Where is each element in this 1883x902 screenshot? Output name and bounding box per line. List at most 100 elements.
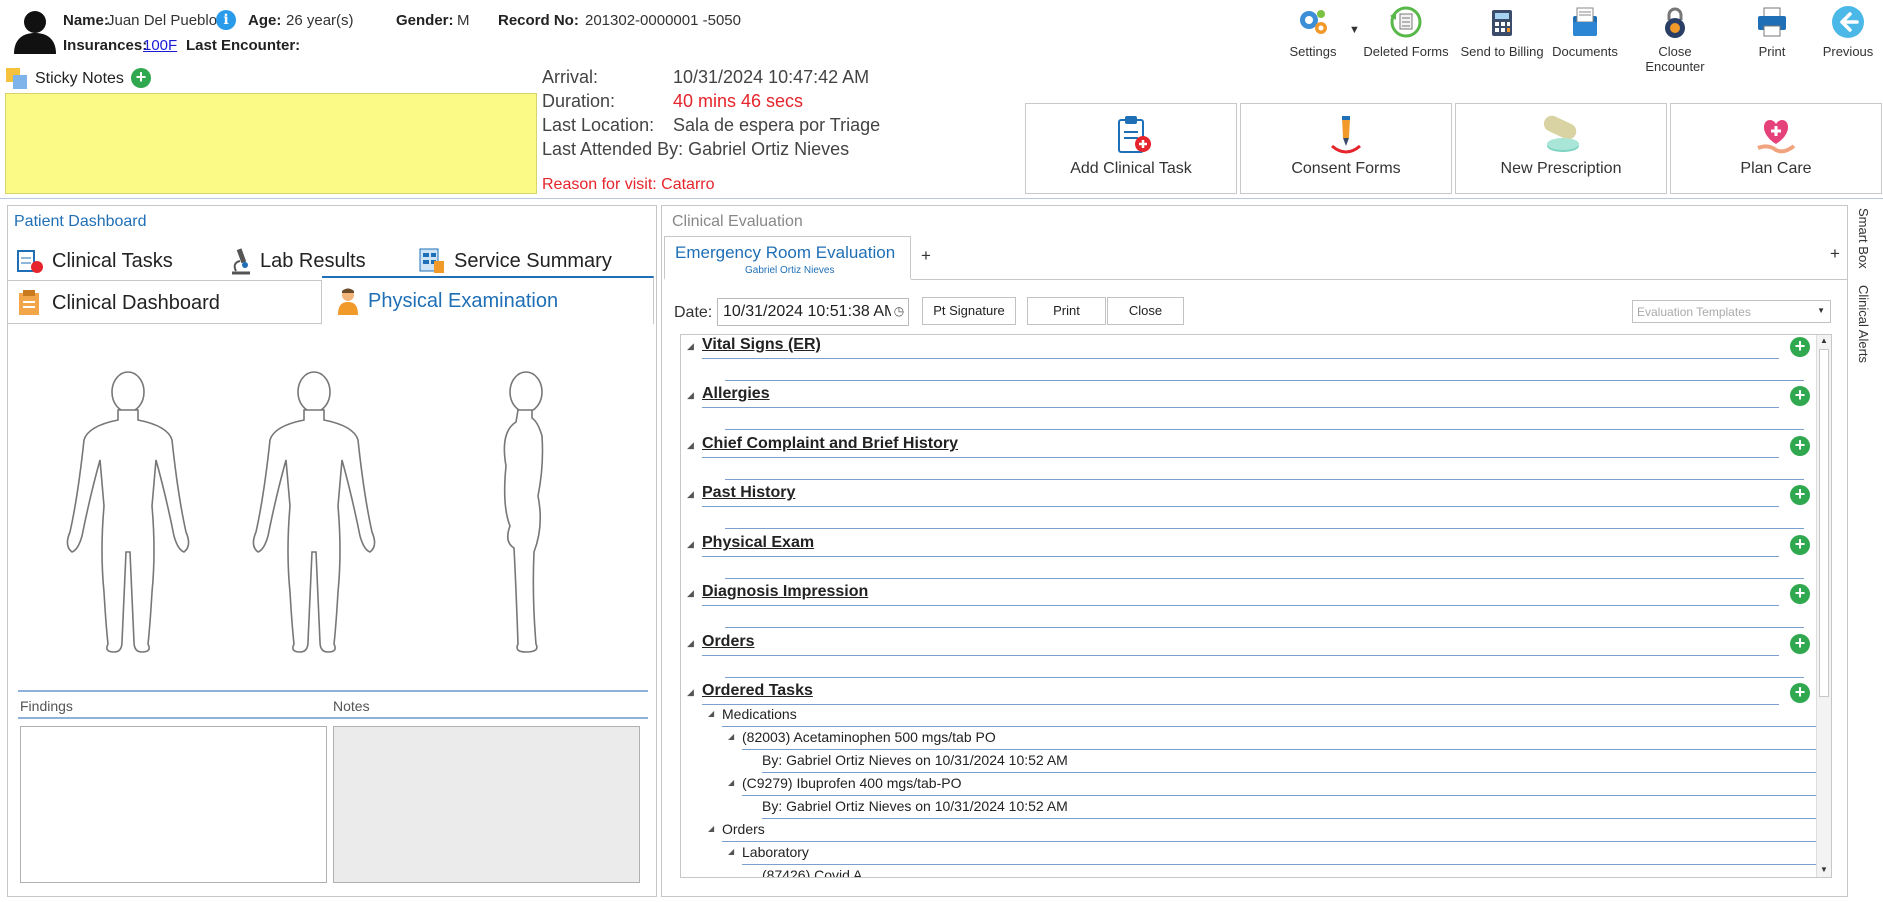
add-clinical-task-button[interactable]: Add Clinical Task (1025, 103, 1237, 194)
section-divider (702, 704, 1779, 705)
printer-icon (1758, 7, 1786, 37)
tree-orders[interactable]: Orders (722, 821, 765, 837)
side-tab-smart-box[interactable]: Smart Box (1852, 206, 1878, 278)
collapse-icon[interactable]: ◢ (728, 847, 734, 856)
notes-box[interactable] (333, 726, 640, 883)
add-evaluation-tab-button[interactable]: + (921, 246, 931, 266)
plan-care-button[interactable]: Plan Care (1670, 103, 1882, 194)
collapse-icon[interactable]: ◢ (687, 390, 694, 401)
section-past-history-title[interactable]: Past History (702, 484, 795, 502)
evaluation-print-button[interactable]: Print (1027, 297, 1106, 325)
patient-dashboard-title: Patient Dashboard (14, 213, 147, 230)
settings-dropdown-icon[interactable]: ▼ (1349, 24, 1360, 36)
new-prescription-button[interactable]: New Prescription (1455, 103, 1667, 194)
tab-physical-examination-label: Physical Examination (368, 290, 559, 312)
chevron-down-icon: ▼ (1817, 306, 1825, 315)
add-evaluation-button[interactable]: + (1830, 244, 1840, 264)
collapse-icon[interactable]: ◢ (708, 824, 714, 833)
add-clinical-task-label: Add Clinical Task (1070, 160, 1192, 177)
tree-lab-item[interactable]: (87426) Covid A... (762, 867, 874, 877)
date-field[interactable]: 10/31/2024 10:51:38 AM ◷ (717, 298, 909, 326)
name-label: Name: (63, 12, 109, 29)
vertical-scrollbar[interactable]: ▲ ▼ (1816, 335, 1831, 877)
clinical-task-icon (1118, 116, 1151, 153)
restore-icon (1390, 6, 1422, 38)
section-vital-signs-title[interactable]: Vital Signs (ER) (702, 336, 821, 354)
section-chief-complaint-title[interactable]: Chief Complaint and Brief History (702, 435, 958, 453)
collapse-icon[interactable]: ◢ (687, 687, 694, 698)
section-divider (725, 380, 1804, 381)
consent-forms-button[interactable]: Consent Forms (1240, 103, 1452, 194)
collapse-icon[interactable]: ◢ (687, 341, 694, 352)
section-diagnosis-impression-title[interactable]: Diagnosis Impression (702, 583, 868, 601)
section-divider (702, 556, 1779, 557)
front-body-figure[interactable] (66, 371, 190, 653)
add-diagnosis-button[interactable]: + (1790, 584, 1810, 604)
add-allergies-button[interactable]: + (1790, 386, 1810, 406)
section-physical-exam-title[interactable]: Physical Exam (702, 534, 814, 552)
collapse-icon[interactable]: ◢ (687, 440, 694, 451)
avatar (14, 11, 56, 54)
add-ordered-task-button[interactable]: + (1790, 683, 1810, 703)
tree-divider (742, 864, 1816, 865)
evaluation-close-button[interactable]: Close (1107, 297, 1184, 325)
tree-divider (762, 818, 1816, 819)
section-allergies-title[interactable]: Allergies (702, 385, 770, 403)
info-icon[interactable]: i (216, 10, 236, 30)
tab-clinical-tasks-label: Clinical Tasks (52, 250, 173, 272)
plan-care-label: Plan Care (1740, 160, 1812, 177)
deleted-forms-label: Deleted Forms (1363, 44, 1449, 59)
collapse-icon[interactable]: ◢ (687, 489, 694, 500)
tree-med-acetaminophen[interactable]: (82003) Acetaminophen 500 mgs/tab PO (742, 729, 996, 745)
collapse-icon[interactable]: ◢ (728, 778, 734, 787)
print-button[interactable]: Print (1746, 4, 1798, 59)
sticky-notes-area[interactable] (5, 93, 537, 194)
last-encounter-label: Last Encounter: (186, 37, 301, 54)
insurance-link[interactable]: 100F (143, 37, 177, 54)
add-chief-complaint-button[interactable]: + (1790, 436, 1810, 456)
collapse-icon[interactable]: ◢ (708, 709, 714, 718)
tab-emergency-room-evaluation[interactable]: Emergency Room Evaluation Gabriel Ortiz … (664, 236, 911, 280)
close-encounter-button[interactable]: Close Encounter (1628, 4, 1722, 74)
tab-emergency-room-evaluation-label: Emergency Room Evaluation (675, 243, 896, 262)
scroll-up-icon[interactable]: ▲ (1820, 336, 1828, 345)
section-divider (702, 506, 1779, 507)
sticky-notes-icon (6, 68, 27, 89)
tree-medications[interactable]: Medications (722, 706, 797, 722)
add-vital-signs-button[interactable]: + (1790, 337, 1810, 357)
section-orders-title[interactable]: Orders (702, 633, 754, 651)
tree-med-ibuprofen[interactable]: (C9279) Ibuprofen 400 mgs/tab-PO (742, 775, 961, 791)
side-body-figure[interactable] (503, 371, 544, 653)
findings-box[interactable] (20, 726, 327, 883)
send-to-billing-button[interactable]: Send to Billing (1456, 4, 1548, 59)
section-divider (725, 578, 1804, 579)
findings-notes-divider (18, 690, 648, 692)
evaluation-templates-select[interactable]: Evaluation Templates ▼ (1632, 300, 1831, 323)
collapse-icon[interactable]: ◢ (687, 539, 694, 550)
tab-clinical-dashboard[interactable]: Clinical Dashboard (8, 280, 322, 324)
previous-button[interactable]: Previous (1818, 4, 1878, 59)
tree-laboratory[interactable]: Laboratory (742, 844, 809, 860)
section-ordered-tasks-title[interactable]: Ordered Tasks (702, 682, 813, 700)
scroll-down-icon[interactable]: ▼ (1820, 865, 1828, 874)
scrollbar-thumb[interactable] (1819, 349, 1829, 697)
collapse-icon[interactable]: ◢ (728, 732, 734, 741)
tab-physical-examination[interactable]: Physical Examination (322, 276, 654, 324)
collapse-icon[interactable]: ◢ (687, 588, 694, 599)
add-physical-exam-button[interactable]: + (1790, 535, 1810, 555)
deleted-forms-button[interactable]: Deleted Forms (1363, 4, 1449, 59)
calendar-icon[interactable]: ◷ (891, 302, 907, 320)
billing-icon (1492, 10, 1512, 36)
add-orders-button[interactable]: + (1790, 634, 1810, 654)
body-diagram[interactable] (48, 356, 608, 656)
back-body-figure[interactable] (252, 371, 376, 653)
add-past-history-button[interactable]: + (1790, 485, 1810, 505)
pt-signature-button[interactable]: Pt Signature (922, 297, 1016, 325)
add-sticky-note-button[interactable]: + (131, 68, 151, 88)
settings-button[interactable]: Settings (1284, 4, 1342, 59)
duration-value: 40 mins 46 secs (673, 91, 804, 111)
notes-label: Notes (333, 698, 370, 714)
documents-button[interactable]: Documents (1552, 4, 1618, 59)
side-tab-clinical-alerts[interactable]: Clinical Alerts (1852, 283, 1878, 373)
collapse-icon[interactable]: ◢ (687, 638, 694, 649)
